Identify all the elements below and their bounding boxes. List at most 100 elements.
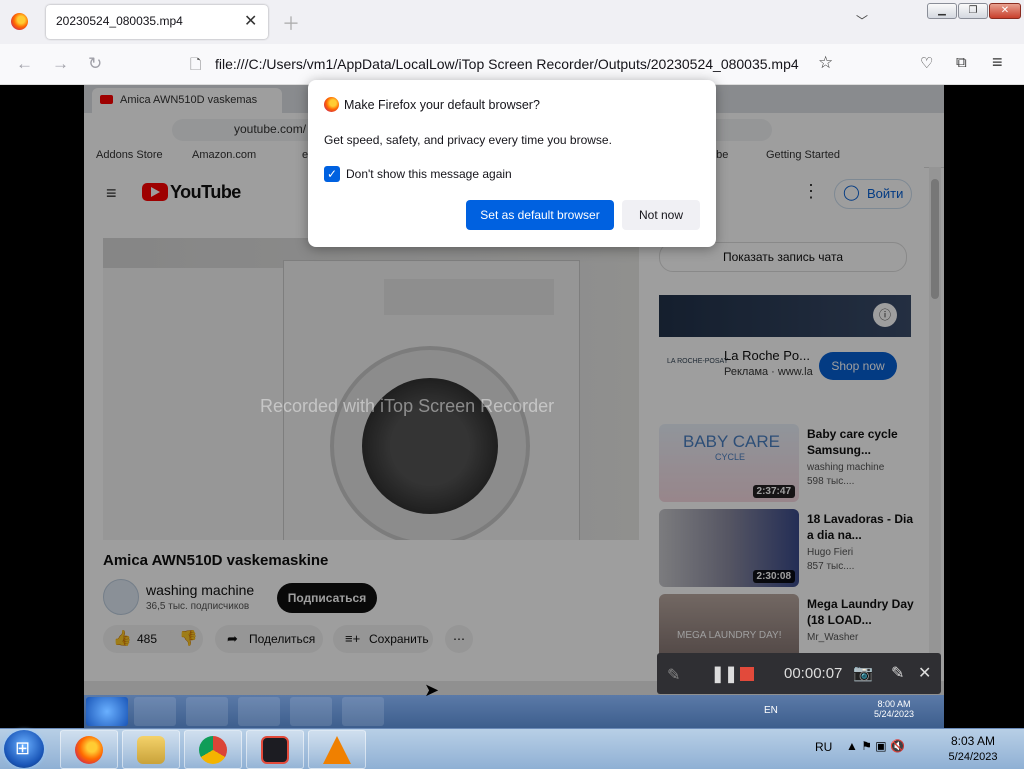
recommendation-item: BABY CARE CYCLE 2:37:47 Baby care cycle … [659,424,911,502]
thumbnail-text: MEGA LAUNDRY DAY! [677,630,782,641]
save-label: Сохранить [369,632,429,646]
hamburger-menu-icon[interactable]: ≡ [992,52,1003,73]
dialog-body: Get speed, safety, and privacy every tim… [324,133,612,147]
back-arrow-icon[interactable]: ← [16,54,33,74]
youtube-favicon-icon [100,95,113,104]
account-icon: ◯ [843,184,860,201]
channel-avatar [103,579,139,615]
clock-time[interactable]: 8:03 AM [944,734,1002,748]
folder-icon [137,736,165,764]
edit-icon[interactable]: ✎ [891,663,904,683]
not-now-button[interactable]: Not now [622,200,700,230]
start-button[interactable]: ⊞ [4,730,44,768]
recorded-chrome-tab: Amica AWN510D vaskemas [92,88,282,113]
recommendation-item: 2:30:08 18 Lavadoras - Dia a dia na... H… [659,509,913,587]
pocket-icon[interactable]: ♡ [920,54,933,72]
taskbar-vlc-button[interactable] [308,730,366,769]
taskbar-itop-recorder-button[interactable] [246,730,304,769]
channel-name: washing machine [146,582,255,598]
recorded-recorder-icon [290,697,332,726]
recommendation-channel: Hugo Fieri [807,547,854,558]
bookmark-addons-store: Addons Store [96,149,163,161]
window-minimize-button[interactable]: ▁ [927,3,957,19]
recorded-tray-lang: EN [764,705,778,716]
washer-control-panel [384,279,554,315]
recommendation-title: Baby care cycle Samsung... [807,427,898,457]
browser-tab-active[interactable]: 20230524_080035.mp4 ✕ [46,5,268,39]
recommendation-views: 857 тыс.... [807,561,855,572]
stop-recording-icon[interactable] [740,667,754,681]
bookmark-getting-started: Getting Started [766,149,840,161]
forward-arrow-icon[interactable]: → [52,54,69,74]
pen-annotate-icon[interactable]: ✎ [667,665,680,685]
dont-show-again-checkbox[interactable]: ✓ [324,166,340,182]
recorded-chrome-tab-title: Amica AWN510D vaskemas [120,94,258,106]
close-icon[interactable]: ✕ [918,663,931,683]
system-tray-icons[interactable]: ▲ ⚑ ▣ 🔇 [846,739,905,753]
set-default-browser-button[interactable]: Set as default browser [466,200,614,230]
firefox-navigation-bar: ← → ↻ 🗋 file:///C:/Users/vm1/AppData/Loc… [0,44,1024,85]
firefox-logo-icon[interactable] [11,13,28,30]
share-icon: ➦ [227,631,238,646]
shop-now-button: Shop now [819,352,897,380]
itop-recorder-icon [261,736,289,764]
firefox-logo-icon [324,97,339,112]
washer-door [330,346,530,540]
taskbar-firefox-button[interactable] [60,730,118,769]
dont-show-again-label[interactable]: Don't show this message again [346,167,512,181]
thumbnail-subtext: CYCLE [715,452,746,462]
share-label: Поделиться [249,632,316,646]
firefox-tab-bar: 20230524_080035.mp4 ✕ ＋ ﹀ ▁ ❐ ✕ [0,0,1024,44]
recommendation-thumbnail: BABY CARE CYCLE 2:37:47 [659,424,799,502]
taskbar-chrome-button[interactable] [184,730,242,769]
recorded-scrollbar-thumb [931,179,939,299]
chrome-icon [199,736,227,764]
input-language-indicator[interactable]: RU [815,740,832,754]
youtube-login-label: Войти [867,186,904,201]
recorded-clock-time: 8:00 AM [877,699,911,709]
recorded-explorer-icon [186,697,228,726]
screenshot-camera-icon[interactable]: 📷 [853,663,873,683]
recommendation-title: 18 Lavadoras - Dia a dia na... [807,512,914,542]
ad-title: La Roche Po... [724,348,810,363]
recorded-chrome-icon [238,697,280,726]
recorded-vlc-icon [342,697,384,726]
pause-icon[interactable]: ❚❚ [711,664,738,684]
dialog-title: Make Firefox your default browser? [344,98,540,112]
list-all-tabs-chevron-icon[interactable]: ﹀ [856,12,868,29]
recorded-chrome-url: youtube.com/ [234,122,307,136]
like-dislike-pill: 👍 485 👎 [103,625,203,653]
window-maximize-button[interactable]: ❐ [958,3,988,19]
window-close-button[interactable]: ✕ [989,3,1021,19]
recommendation-title: Mega Laundry Day (18 LOAD... [807,597,914,627]
recommendation-thumbnail: 2:30:08 [659,509,799,587]
more-actions-icon: ⋯ [445,625,473,653]
url-bar[interactable]: file:///C:/Users/vm1/AppData/LocalLow/iT… [215,56,799,72]
reload-icon[interactable]: ↻ [88,54,102,74]
like-count: 485 [137,632,158,646]
subscribe-button: Подписаться [277,583,377,613]
recorded-clock-date: 5/24/2023 [874,709,915,719]
tab-title: 20230524_080035.mp4 [56,14,183,28]
sink-cabinet [103,268,283,540]
recorded-windows-taskbar: EN 8:00 AM 5/24/2023 [84,695,944,728]
recorded-clock: 8:00 AM 5/24/2023 [874,699,914,719]
taskbar-explorer-button[interactable] [122,730,180,769]
clock-date[interactable]: 5/24/2023 [944,751,1002,763]
recorder-watermark: Recorded with iTop Screen Recorder [260,396,555,416]
extensions-puzzle-icon[interactable]: ⧉ [956,54,967,71]
video-duration: 2:37:47 [752,485,795,498]
bookmark-star-icon[interactable]: ☆ [818,53,833,73]
youtube-play-triangle-icon [151,187,160,197]
youtube-video-frame [103,238,639,540]
youtube-logo-text: YouTube [170,182,241,202]
windows-logo-icon: ⊞ [15,738,31,758]
page-file-icon[interactable]: 🗋 [190,54,201,78]
video-duration: 2:30:08 [752,570,795,583]
ad-label: Реклама · www.la [724,366,813,378]
tab-close-icon[interactable]: ✕ [244,11,257,31]
youtube-sidebar: Показать запись чата ⓘ LA ROCHE-POSAY La… [659,242,919,695]
recording-timer: 00:00:07 [784,665,843,682]
youtube-more-icon: ⋮ [802,181,820,201]
new-tab-icon[interactable]: ＋ [282,10,300,36]
